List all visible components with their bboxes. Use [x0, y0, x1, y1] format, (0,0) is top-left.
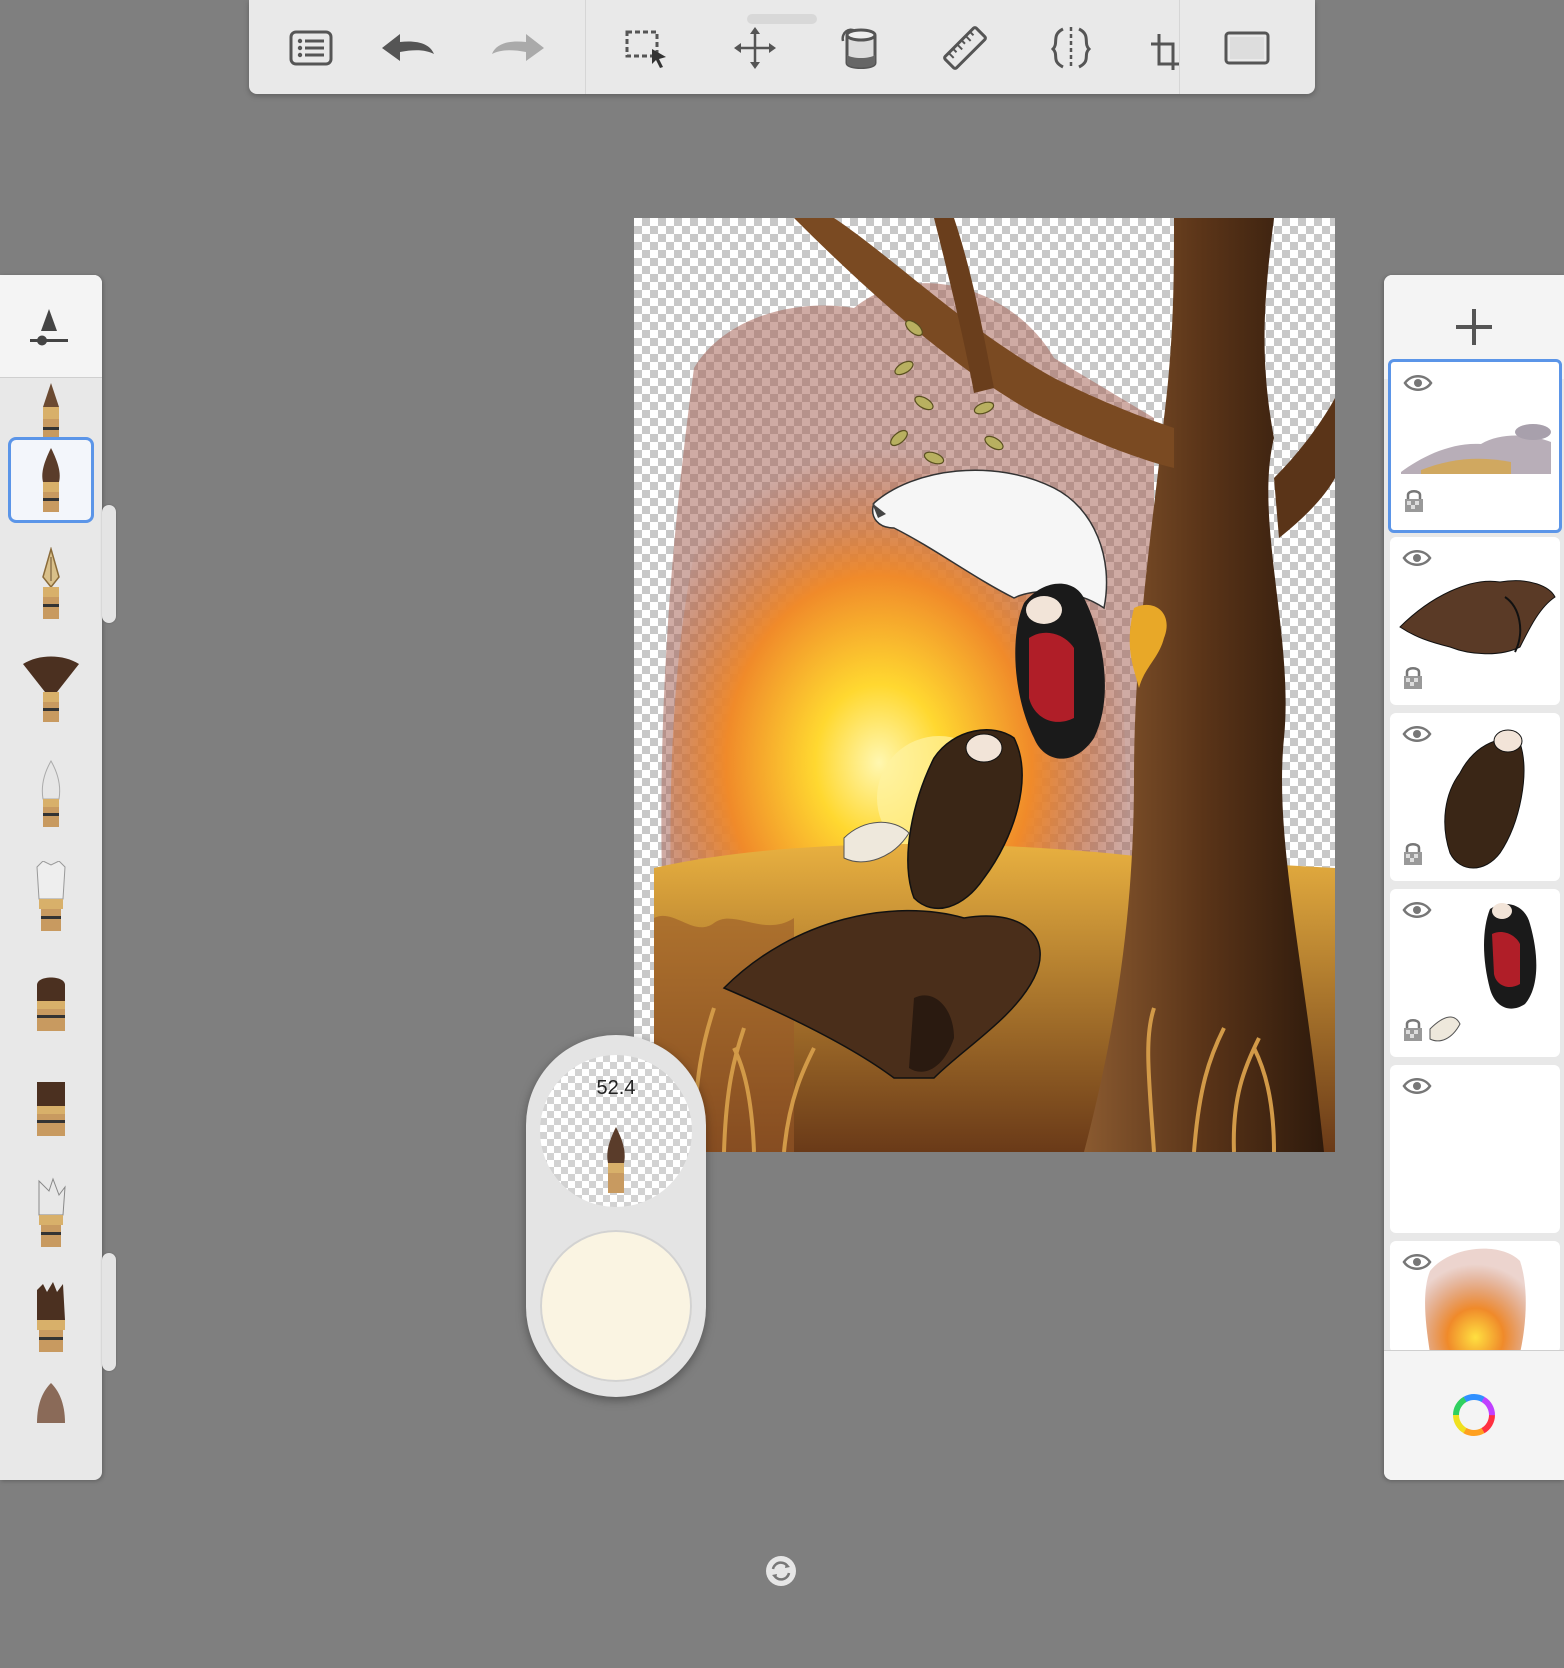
- chisel-brush[interactable]: [10, 1068, 92, 1152]
- brush-tip-icon: [600, 1125, 632, 1200]
- undo-icon[interactable]: [375, 22, 441, 74]
- brush-size-preview[interactable]: 52.4: [540, 1055, 692, 1207]
- fountain-pen-brush[interactable]: [10, 543, 92, 627]
- paint-brush[interactable]: [10, 857, 92, 941]
- current-color-swatch[interactable]: [540, 1230, 692, 1382]
- transform-move-icon[interactable]: [727, 22, 783, 74]
- drawing-canvas[interactable]: [634, 218, 1335, 1152]
- eye-icon[interactable]: [1402, 899, 1432, 926]
- tip-brush[interactable]: [10, 1383, 92, 1467]
- eye-icon[interactable]: [1402, 1075, 1432, 1102]
- toolbar-divider: [585, 0, 586, 94]
- layer-item[interactable]: [1390, 1065, 1560, 1233]
- brush-palette: [0, 275, 102, 1480]
- redo-icon[interactable]: [485, 22, 551, 74]
- fill-bucket-icon[interactable]: [833, 22, 889, 74]
- brush-scroll-grip-top[interactable]: [102, 505, 116, 623]
- brush-color-puck[interactable]: 52.4: [526, 1035, 706, 1397]
- lock-icon[interactable]: [1402, 1017, 1424, 1048]
- splatter-brush[interactable]: [10, 1173, 92, 1257]
- eye-icon[interactable]: [1403, 372, 1433, 399]
- marker-brush[interactable]: [8, 437, 94, 523]
- layer-item[interactable]: [1390, 1241, 1560, 1353]
- brush-properties-icon[interactable]: [24, 303, 74, 358]
- top-toolbar: [249, 0, 1315, 94]
- brush-scroll-grip-bottom[interactable]: [102, 1253, 116, 1371]
- eye-icon[interactable]: [1402, 1251, 1432, 1278]
- color-picker-bar: [1384, 1350, 1564, 1480]
- dry-brush[interactable]: [10, 1278, 92, 1362]
- eye-icon[interactable]: [1402, 723, 1432, 750]
- layer-item[interactable]: [1390, 537, 1560, 705]
- brush-palette-header: [0, 275, 102, 378]
- airbrush[interactable]: [10, 753, 92, 837]
- fan-brush[interactable]: [10, 648, 92, 732]
- lock-icon[interactable]: [1402, 665, 1424, 696]
- layer-item[interactable]: [1390, 713, 1560, 881]
- lock-icon[interactable]: [1402, 841, 1424, 872]
- color-wheel-icon[interactable]: [1450, 1391, 1498, 1444]
- layers-panel: [1384, 275, 1564, 1480]
- artwork-illustration: [654, 218, 1335, 1152]
- crop-icon[interactable]: [1149, 22, 1179, 74]
- toolbar-divider: [1179, 0, 1180, 94]
- plus-icon[interactable]: [1452, 305, 1496, 354]
- layer-item[interactable]: [1390, 889, 1560, 1057]
- symmetry-icon[interactable]: [1043, 22, 1099, 74]
- selection-icon[interactable]: [619, 22, 675, 74]
- layer-item[interactable]: [1388, 359, 1562, 533]
- canvas-rotate-icon[interactable]: [764, 1554, 798, 1588]
- flat-brush[interactable]: [10, 963, 92, 1047]
- eye-icon[interactable]: [1402, 547, 1432, 574]
- brush-size-value: 52.4: [596, 1077, 636, 1099]
- lock-icon[interactable]: [1403, 488, 1425, 519]
- menu-list-icon[interactable]: [283, 22, 339, 74]
- fullscreen-icon[interactable]: [1219, 22, 1275, 74]
- ruler-icon[interactable]: [937, 22, 993, 74]
